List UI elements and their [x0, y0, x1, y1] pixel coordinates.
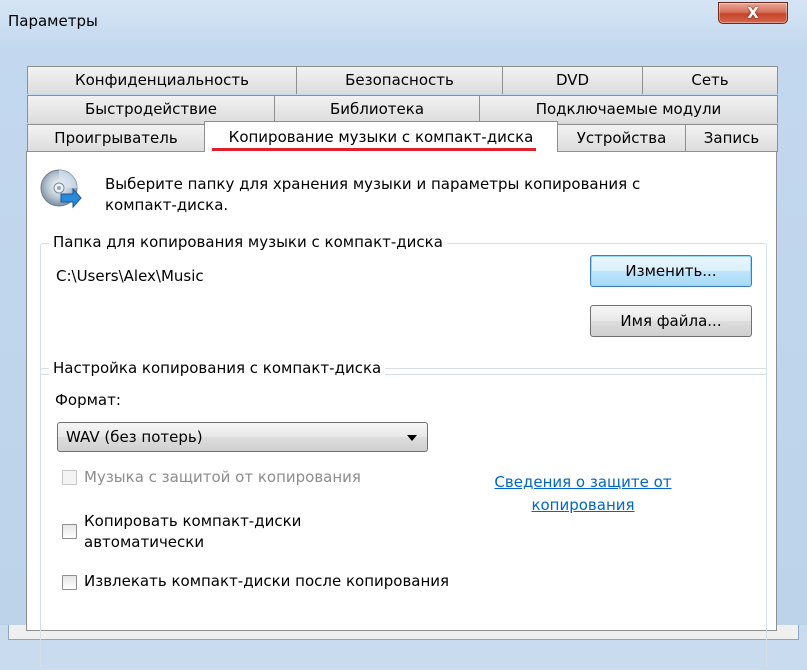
auto-rip-checkbox[interactable]	[62, 524, 77, 539]
intro-line-2: компакт-диска.	[105, 196, 229, 214]
tab-network[interactable]: Сеть	[642, 66, 778, 94]
copy-protection-link-line-2: копирования	[531, 496, 635, 514]
tab-devices[interactable]: Устройства	[557, 124, 686, 152]
copy-protection-info-link[interactable]: Сведения о защите от копирования	[473, 471, 693, 517]
tab-row-2: Быстродействие Библиотека Подключаемые м…	[27, 95, 779, 123]
rip-settings-legend: Настройка копирования с компакт-диска	[49, 359, 386, 377]
file-name-button[interactable]: Имя файла...	[590, 305, 752, 337]
tab-privacy[interactable]: Конфиденциальность	[27, 66, 297, 94]
copy-protect-label: Музыка с защитой от копирования	[84, 468, 361, 486]
chevron-down-icon	[407, 435, 417, 441]
tab-player[interactable]: Проигрыватель	[27, 124, 205, 152]
rip-folder-path: C:\Users\Alex\Music	[56, 267, 204, 285]
tab-dvd[interactable]: DVD	[502, 66, 643, 94]
rip-folder-legend: Папка для копирования музыки с компакт-д…	[49, 233, 447, 251]
intro-text: Выберите папку для хранения музыки и пар…	[105, 174, 705, 216]
copy-protection-link-line-1: Сведения о защите от	[494, 473, 672, 491]
auto-rip-line-1: Копировать компакт-диски	[84, 512, 302, 530]
format-dropdown[interactable]: WAV (без потерь)	[57, 422, 428, 452]
change-folder-button[interactable]: Изменить...	[590, 255, 752, 287]
close-button[interactable]: X	[718, 2, 788, 24]
tab-plugins[interactable]: Подключаемые модули	[479, 95, 778, 123]
close-icon: X	[747, 4, 759, 22]
tab-performance[interactable]: Быстродействие	[27, 95, 275, 123]
eject-label: Извлекать компакт-диски после копировани…	[84, 572, 450, 590]
eject-checkbox[interactable]	[62, 575, 77, 590]
auto-rip-line-2: автоматически	[84, 533, 205, 551]
window-title: Параметры	[8, 12, 98, 30]
cd-rip-icon	[40, 169, 82, 209]
tab-security[interactable]: Безопасность	[296, 66, 503, 94]
intro-line-1: Выберите папку для хранения музыки и пар…	[105, 175, 641, 193]
active-tab-underline	[212, 148, 536, 151]
tab-library[interactable]: Библиотека	[274, 95, 480, 123]
tab-burn[interactable]: Запись	[685, 124, 778, 152]
rip-settings-panel: Выберите папку для хранения музыки и пар…	[26, 151, 777, 670]
tab-row-1: Конфиденциальность Безопасность DVD Сеть	[27, 66, 779, 94]
format-label: Формат:	[55, 391, 121, 409]
auto-rip-label: Копировать компакт-диски автоматически	[84, 511, 301, 553]
format-dropdown-value: WAV (без потерь)	[66, 428, 203, 446]
copy-protect-checkbox[interactable]	[62, 470, 77, 485]
title-bar: Параметры X	[0, 0, 807, 40]
